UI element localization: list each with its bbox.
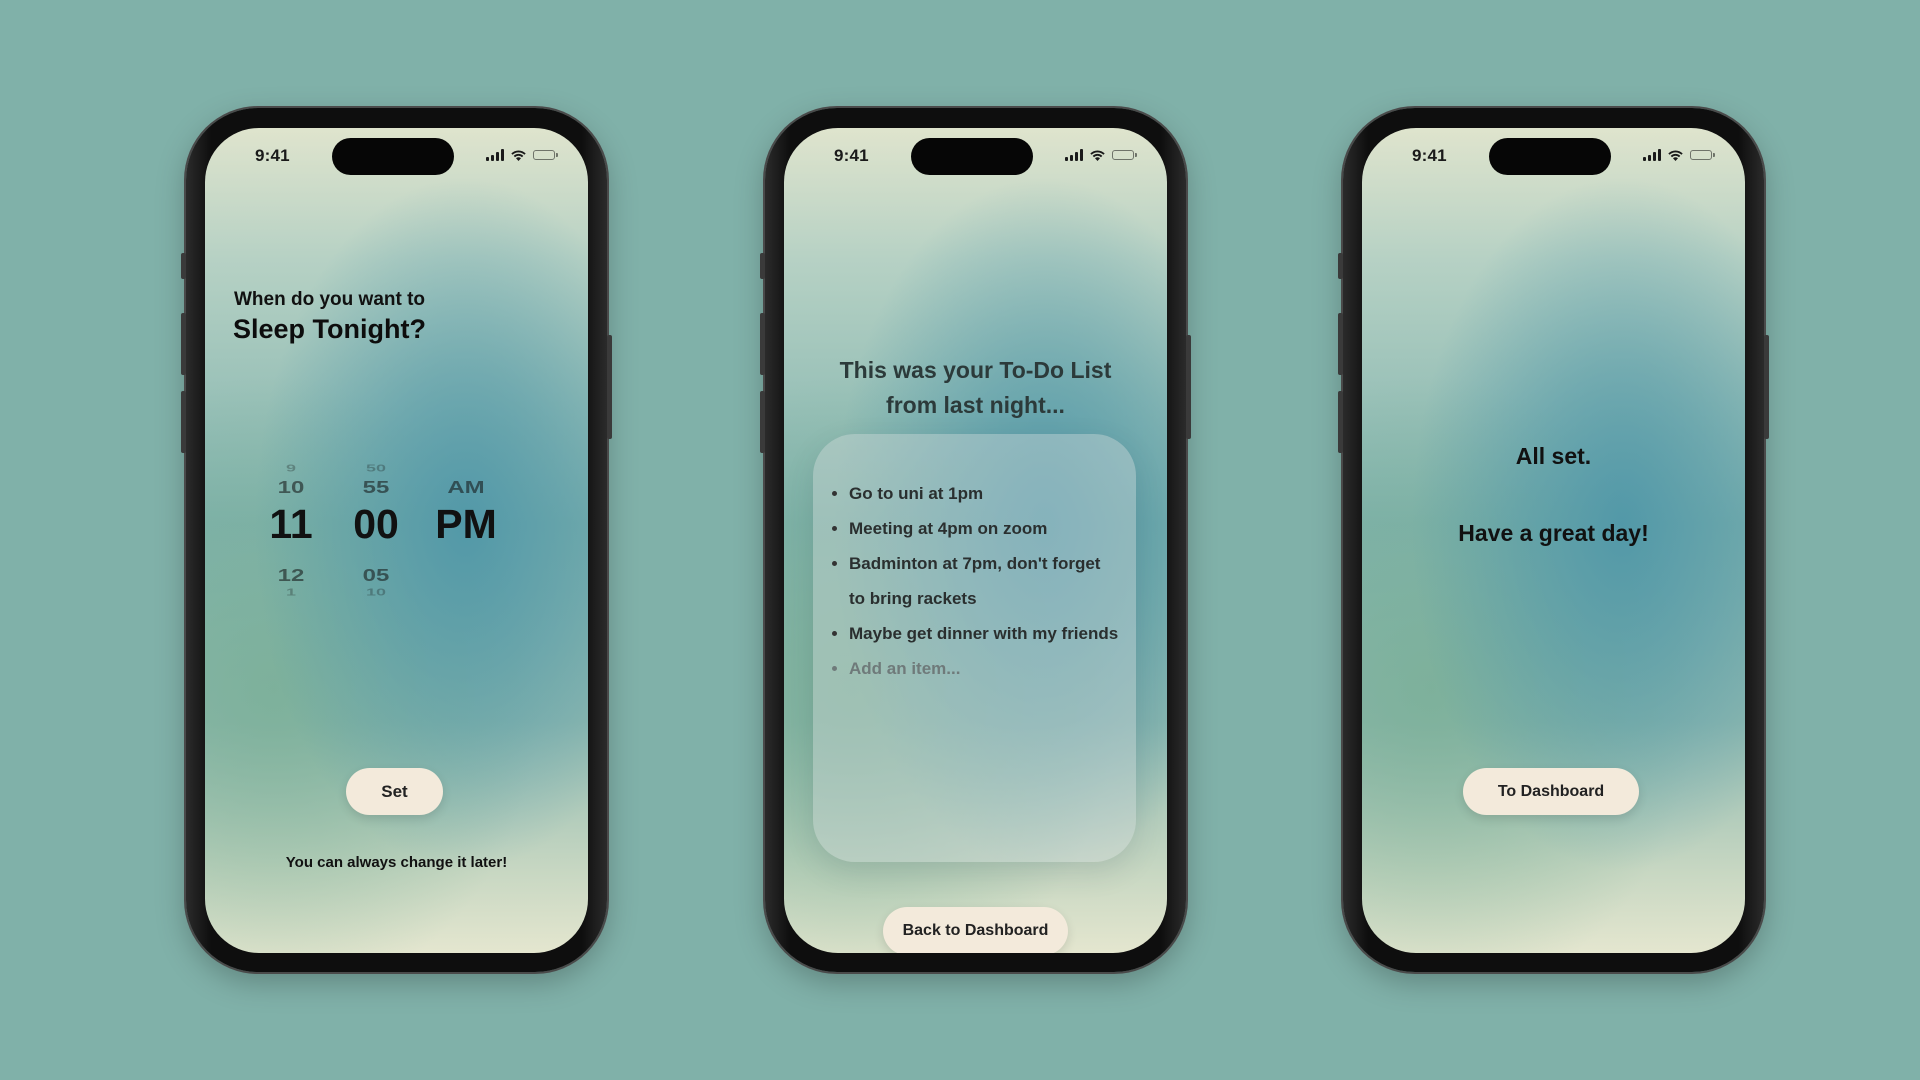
volume-up-button [1338,313,1343,375]
dynamic-island [911,138,1033,175]
status-icons [1643,148,1715,162]
power-button [607,335,612,439]
period-option[interactable]: AM [421,478,511,498]
power-button [1764,335,1769,439]
all-set-message: All set. [1515,443,1592,469]
dynamic-island [1489,138,1611,175]
signal-icon [1065,149,1083,161]
todo-item[interactable]: Badminton at 7pm, don't forget to bring … [831,546,1120,616]
signal-icon [486,149,504,161]
status-bar: 9:41 [1362,128,1745,188]
time-picker[interactable]: 9 10 11 12 1 50 55 00 05 10 AM PM [205,458,588,618]
status-bar: 9:41 [205,128,588,188]
todo-heading-line2: from last night... [886,392,1065,418]
hour-option[interactable]: 1 [261,587,321,599]
minute-option[interactable]: 05 [343,566,409,586]
status-bar: 9:41 [784,128,1167,188]
battery-icon [1690,150,1715,160]
battery-icon [1112,150,1137,160]
todo-item[interactable]: Go to uni at 1pm [831,476,1120,511]
all-set-screen: 9:41 All set. Have a great day! To Dashb… [1362,128,1745,953]
selected-minute[interactable]: 00 [343,501,409,548]
selected-period[interactable]: PM [421,501,511,548]
set-button[interactable]: Set [346,768,443,815]
todo-item[interactable]: Maybe get dinner with my friends [831,616,1120,651]
dynamic-island [332,138,454,175]
signal-icon [1643,149,1661,161]
wifi-icon [511,150,526,161]
hour-option[interactable]: 12 [261,566,321,586]
minute-option[interactable]: 55 [343,478,409,498]
status-icons [1065,148,1137,162]
minute-option[interactable]: 50 [343,463,409,475]
status-time: 9:41 [834,146,869,165]
phone-todo-list: 9:41 This was your To-Do List from last … [760,108,1191,972]
minute-option[interactable]: 10 [343,587,409,599]
hour-option[interactable]: 9 [261,463,321,475]
phone-all-set: 9:41 All set. Have a great day! To Dashb… [1338,108,1769,972]
back-to-dashboard-button[interactable]: Back to Dashboard [883,907,1068,953]
selected-hour[interactable]: 11 [261,501,321,548]
todo-heading-line1: This was your To-Do List [839,357,1112,383]
battery-icon [533,150,558,160]
add-item-input[interactable]: Add an item... [831,651,1120,686]
volume-down-button [760,391,765,453]
silent-switch [1338,253,1343,279]
wifi-icon [1090,150,1105,161]
sleep-question: When do you want to [234,289,426,310]
phone-sleep-time: 9:41 When do you want to Sleep Tonight? … [181,108,612,972]
status-icons [486,148,558,162]
change-later-note: You can always change it later! [285,854,508,871]
todo-list: Go to uni at 1pm Meeting at 4pm on zoom … [831,476,1120,686]
greeting-message: Have a great day! [1458,520,1649,546]
todo-card: Go to uni at 1pm Meeting at 4pm on zoom … [813,434,1136,862]
status-time: 9:41 [255,146,290,165]
volume-up-button [760,313,765,375]
wifi-icon [1668,150,1683,161]
sleep-time-screen: 9:41 When do you want to Sleep Tonight? … [205,128,588,953]
todo-heading: This was your To-Do List from last night… [784,353,1167,423]
to-dashboard-button[interactable]: To Dashboard [1463,768,1639,815]
volume-down-button [181,391,186,453]
todo-screen: 9:41 This was your To-Do List from last … [784,128,1167,953]
sleep-title: Sleep Tonight? [233,314,426,344]
silent-switch [760,253,765,279]
power-button [1186,335,1191,439]
silent-switch [181,253,186,279]
volume-down-button [1338,391,1343,453]
volume-up-button [181,313,186,375]
hour-option[interactable]: 10 [261,478,321,498]
todo-item[interactable]: Meeting at 4pm on zoom [831,511,1120,546]
status-time: 9:41 [1412,146,1447,165]
